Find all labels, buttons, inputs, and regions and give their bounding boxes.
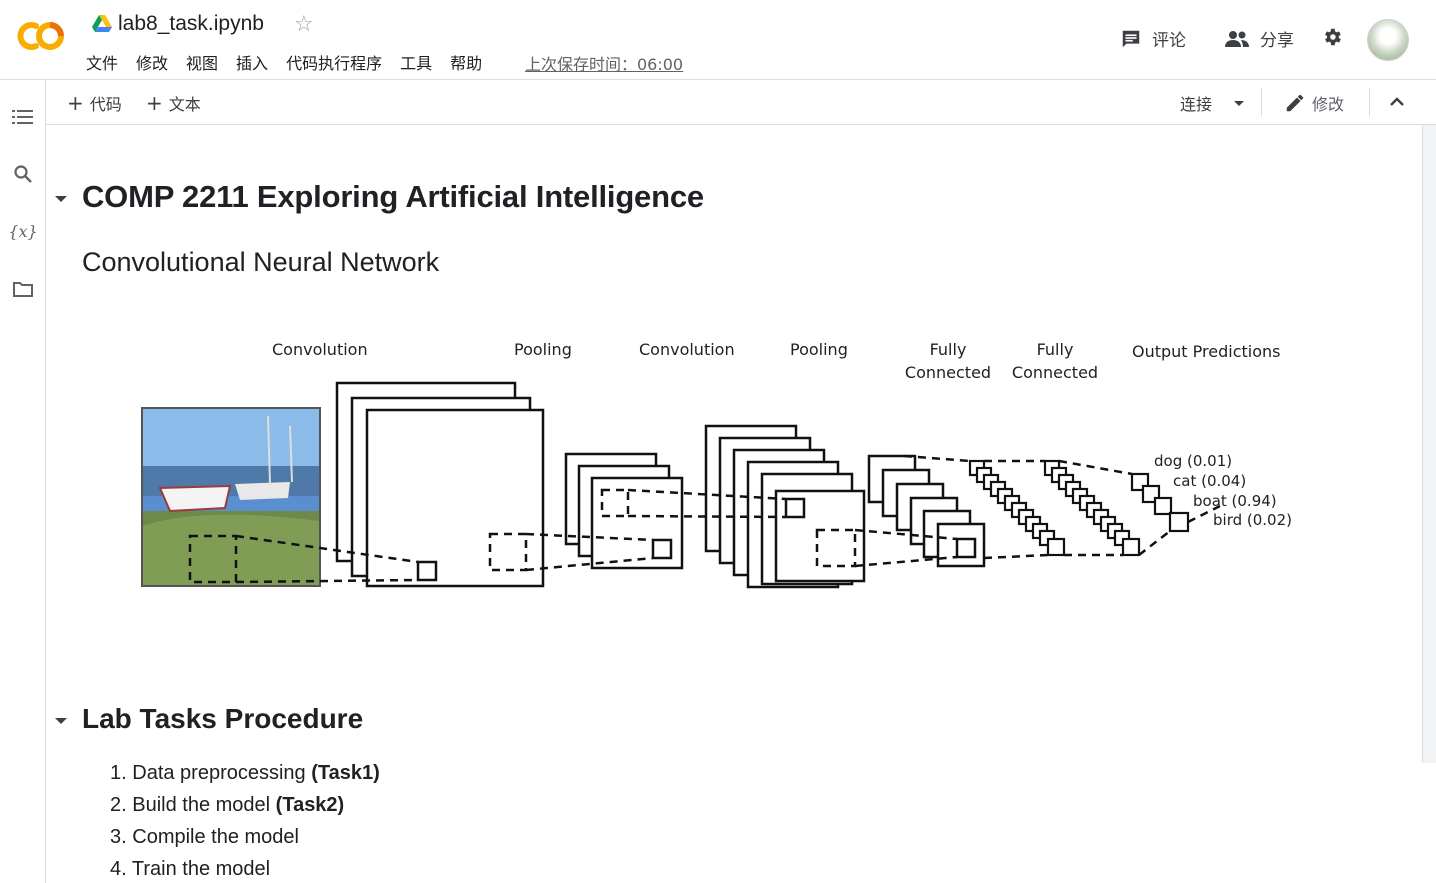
comment-label: 评论 (1152, 31, 1186, 51)
prediction-label: dog (0.01) (1154, 452, 1233, 470)
menu-help[interactable]: 帮助 (450, 50, 482, 74)
prediction-label: bird (0.02) (1213, 511, 1292, 529)
add-code-button[interactable]: + 代码 (67, 91, 122, 115)
menu-tools[interactable]: 工具 (400, 50, 432, 74)
avatar[interactable] (1367, 19, 1409, 61)
plus-icon: + (67, 91, 84, 115)
menu-insert[interactable]: 插入 (236, 50, 268, 74)
menu-view[interactable]: 视图 (186, 50, 218, 74)
settings-button[interactable] (1321, 26, 1343, 48)
variables-icon[interactable]: {𝑥} (8, 219, 37, 243)
section-heading: Lab Tasks Procedure (82, 703, 364, 734)
pencil-icon (1286, 94, 1304, 112)
star-icon[interactable]: ☆ (294, 11, 314, 37)
collapse-section-icon[interactable] (54, 192, 68, 206)
comment-icon (1122, 30, 1140, 47)
share-label: 分享 (1260, 31, 1294, 51)
list-item: 1. Data preprocessing (Task1) (110, 762, 380, 784)
connect-button[interactable]: 连接 (1180, 91, 1250, 115)
comment-button[interactable]: 评论 (1120, 26, 1186, 51)
notebook-subtitle: Convolutional Neural Network (82, 247, 440, 277)
menu-bar: 文件 修改 视图 插入 代码执行程序 工具 帮助 (86, 50, 500, 74)
list-item: 2. Build the model (Task2) (110, 794, 345, 816)
edit-button[interactable]: 修改 (1284, 91, 1344, 115)
last-saved-status[interactable]: 上次保存时间：06:00 (525, 51, 683, 75)
add-code-label: 代码 (89, 95, 122, 114)
share-button[interactable]: 分享 (1224, 26, 1294, 51)
prediction-label: boat (0.94) (1193, 492, 1277, 510)
add-text-button[interactable]: + 文本 (146, 91, 201, 115)
menu-file[interactable]: 文件 (86, 50, 118, 74)
cnn-diagram-drawing (141, 381, 1221, 589)
toolbar-divider (1369, 88, 1370, 116)
search-icon[interactable] (11, 162, 35, 186)
chevron-down-icon[interactable] (1228, 95, 1250, 111)
people-icon (1225, 30, 1249, 47)
edit-label: 修改 (1312, 95, 1345, 114)
folder-icon[interactable] (11, 277, 35, 301)
list-item: 3. Compile the model (110, 826, 299, 848)
procedure-list: 1. Data preprocessing (Task1) 2. Build t… (110, 757, 380, 883)
cnn-diagram: Convolution Pooling Convolution Pooling … (140, 336, 1300, 596)
input-image (141, 407, 321, 587)
gear-icon (1325, 28, 1341, 46)
connect-label: 连接 (1180, 95, 1213, 114)
notebook-heading: COMP 2211 Exploring Artificial Intellige… (82, 179, 704, 214)
colab-logo[interactable] (14, 18, 68, 54)
google-drive-icon (92, 15, 112, 32)
notebook-title[interactable]: lab8_task.ipynb (118, 12, 264, 36)
list-item: 4. Train the model (110, 858, 271, 880)
plus-icon: + (146, 91, 163, 115)
scrollbar[interactable] (1422, 125, 1436, 763)
menu-edit[interactable]: 修改 (136, 50, 168, 74)
header: lab8_task.ipynb ☆ 文件 修改 视图 插入 代码执行程序 工具 … (0, 0, 1436, 80)
prediction-label: cat (0.04) (1173, 472, 1247, 490)
add-text-label: 文本 (168, 95, 201, 114)
collapse-section-icon[interactable] (54, 714, 68, 728)
notebook-toolbar: + 代码 + 文本 连接 修改 (46, 80, 1436, 125)
table-of-contents-icon[interactable] (11, 105, 35, 129)
menu-runtime[interactable]: 代码执行程序 (286, 50, 382, 74)
chevron-up-icon[interactable] (1388, 94, 1406, 110)
toolbar-divider (1261, 88, 1262, 116)
left-sidebar: {𝑥} (0, 80, 46, 883)
